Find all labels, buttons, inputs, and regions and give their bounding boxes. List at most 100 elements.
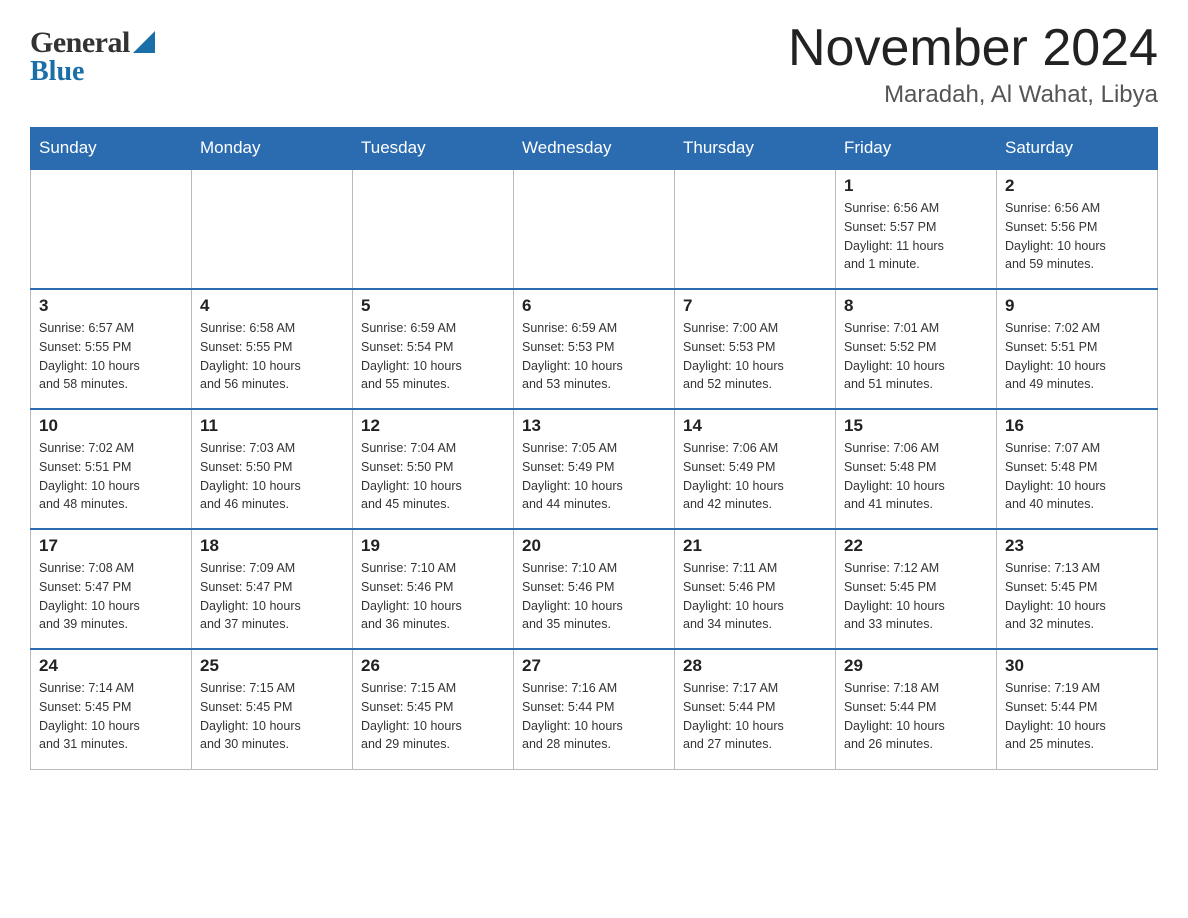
day-number: 14 <box>683 416 827 436</box>
calendar-cell: 13 Sunrise: 7:05 AMSunset: 5:49 PMDayligh… <box>514 409 675 529</box>
day-number: 28 <box>683 656 827 676</box>
calendar-cell: 26 Sunrise: 7:15 AMSunset: 5:45 PMDayligh… <box>353 649 514 769</box>
calendar-header-row: SundayMondayTuesdayWednesdayThursdayFrid… <box>31 128 1158 170</box>
calendar-cell: 6 Sunrise: 6:59 AMSunset: 5:53 PMDaylight… <box>514 289 675 409</box>
calendar-cell: 19 Sunrise: 7:10 AMSunset: 5:46 PMDayligh… <box>353 529 514 649</box>
day-number: 19 <box>361 536 505 556</box>
calendar-cell <box>675 169 836 289</box>
day-info: Sunrise: 7:15 AMSunset: 5:45 PMDaylight:… <box>361 679 505 754</box>
day-info: Sunrise: 7:02 AMSunset: 5:51 PMDaylight:… <box>39 439 183 514</box>
day-header-thursday: Thursday <box>675 128 836 170</box>
calendar-cell: 2 Sunrise: 6:56 AMSunset: 5:56 PMDaylight… <box>997 169 1158 289</box>
day-number: 21 <box>683 536 827 556</box>
day-info: Sunrise: 7:06 AMSunset: 5:48 PMDaylight:… <box>844 439 988 514</box>
day-number: 27 <box>522 656 666 676</box>
day-number: 6 <box>522 296 666 316</box>
day-info: Sunrise: 6:56 AMSunset: 5:56 PMDaylight:… <box>1005 199 1149 274</box>
calendar-cell: 8Sunrise: 7:01 AMSunset: 5:52 PMDaylight… <box>836 289 997 409</box>
calendar-cell: 4Sunrise: 6:58 AMSunset: 5:55 PMDaylight… <box>192 289 353 409</box>
calendar-table: SundayMondayTuesdayWednesdayThursdayFrid… <box>30 127 1158 770</box>
calendar-cell: 5 Sunrise: 6:59 AMSunset: 5:54 PMDaylight… <box>353 289 514 409</box>
calendar-cell <box>353 169 514 289</box>
day-number: 26 <box>361 656 505 676</box>
calendar-week-row: 3 Sunrise: 6:57 AMSunset: 5:55 PMDaylight… <box>31 289 1158 409</box>
calendar-week-row: 17Sunrise: 7:08 AMSunset: 5:47 PMDayligh… <box>31 529 1158 649</box>
day-info: Sunrise: 7:13 AMSunset: 5:45 PMDaylight:… <box>1005 559 1149 634</box>
day-header-friday: Friday <box>836 128 997 170</box>
logo-area: General Blue <box>30 20 155 86</box>
calendar-cell: 24 Sunrise: 7:14 AMSunset: 5:45 PMDayligh… <box>31 649 192 769</box>
day-number: 25 <box>200 656 344 676</box>
day-info: Sunrise: 7:10 AMSunset: 5:46 PMDaylight:… <box>522 559 666 634</box>
day-info: Sunrise: 7:06 AMSunset: 5:49 PMDaylight:… <box>683 439 827 514</box>
calendar-cell: 15 Sunrise: 7:06 AMSunset: 5:48 PMDayligh… <box>836 409 997 529</box>
calendar-cell: 12 Sunrise: 7:04 AMSunset: 5:50 PMDayligh… <box>353 409 514 529</box>
day-number: 9 <box>1005 296 1149 316</box>
day-info: Sunrise: 6:56 AMSunset: 5:57 PMDaylight:… <box>844 199 988 274</box>
calendar-cell: 22Sunrise: 7:12 AMSunset: 5:45 PMDayligh… <box>836 529 997 649</box>
calendar-week-row: 1 Sunrise: 6:56 AMSunset: 5:57 PMDaylight… <box>31 169 1158 289</box>
day-number: 15 <box>844 416 988 436</box>
calendar-cell: 30 Sunrise: 7:19 AMSunset: 5:44 PMDayligh… <box>997 649 1158 769</box>
calendar-cell: 18 Sunrise: 7:09 AMSunset: 5:47 PMDayligh… <box>192 529 353 649</box>
day-info: Sunrise: 7:11 AMSunset: 5:46 PMDaylight:… <box>683 559 827 634</box>
day-info: Sunrise: 7:18 AMSunset: 5:44 PMDaylight:… <box>844 679 988 754</box>
day-info: Sunrise: 7:05 AMSunset: 5:49 PMDaylight:… <box>522 439 666 514</box>
day-number: 5 <box>361 296 505 316</box>
calendar-cell: 20Sunrise: 7:10 AMSunset: 5:46 PMDayligh… <box>514 529 675 649</box>
day-number: 12 <box>361 416 505 436</box>
day-header-tuesday: Tuesday <box>353 128 514 170</box>
day-info: Sunrise: 7:09 AMSunset: 5:47 PMDaylight:… <box>200 559 344 634</box>
day-number: 24 <box>39 656 183 676</box>
day-number: 18 <box>200 536 344 556</box>
day-number: 16 <box>1005 416 1149 436</box>
calendar-cell: 28 Sunrise: 7:17 AMSunset: 5:44 PMDayligh… <box>675 649 836 769</box>
calendar-cell: 17Sunrise: 7:08 AMSunset: 5:47 PMDayligh… <box>31 529 192 649</box>
day-info: Sunrise: 7:04 AMSunset: 5:50 PMDaylight:… <box>361 439 505 514</box>
day-number: 3 <box>39 296 183 316</box>
day-info: Sunrise: 7:16 AMSunset: 5:44 PMDaylight:… <box>522 679 666 754</box>
day-info: Sunrise: 7:07 AMSunset: 5:48 PMDaylight:… <box>1005 439 1149 514</box>
day-number: 10 <box>39 416 183 436</box>
day-header-saturday: Saturday <box>997 128 1158 170</box>
day-number: 11 <box>200 416 344 436</box>
calendar-cell: 9 Sunrise: 7:02 AMSunset: 5:51 PMDaylight… <box>997 289 1158 409</box>
day-number: 13 <box>522 416 666 436</box>
calendar-week-row: 10 Sunrise: 7:02 AMSunset: 5:51 PMDayligh… <box>31 409 1158 529</box>
day-info: Sunrise: 7:03 AMSunset: 5:50 PMDaylight:… <box>200 439 344 514</box>
day-info: Sunrise: 7:02 AMSunset: 5:51 PMDaylight:… <box>1005 319 1149 394</box>
logo-blue-text: Blue <box>30 58 84 86</box>
title-area: November 2024 Maradah, Al Wahat, Libya <box>788 20 1158 109</box>
calendar-cell: 27 Sunrise: 7:16 AMSunset: 5:44 PMDayligh… <box>514 649 675 769</box>
day-header-sunday: Sunday <box>31 128 192 170</box>
calendar-cell <box>514 169 675 289</box>
month-title: November 2024 <box>788 20 1158 77</box>
calendar-cell: 10 Sunrise: 7:02 AMSunset: 5:51 PMDayligh… <box>31 409 192 529</box>
day-info: Sunrise: 7:08 AMSunset: 5:47 PMDaylight:… <box>39 559 183 634</box>
calendar-cell: 23Sunrise: 7:13 AMSunset: 5:45 PMDayligh… <box>997 529 1158 649</box>
day-info: Sunrise: 6:57 AMSunset: 5:55 PMDaylight:… <box>39 319 183 394</box>
page-header: General Blue November 2024 Maradah, Al W… <box>30 20 1158 109</box>
calendar-cell: 14 Sunrise: 7:06 AMSunset: 5:49 PMDayligh… <box>675 409 836 529</box>
day-number: 2 <box>1005 176 1149 196</box>
day-header-wednesday: Wednesday <box>514 128 675 170</box>
calendar-cell <box>31 169 192 289</box>
day-info: Sunrise: 6:59 AMSunset: 5:53 PMDaylight:… <box>522 319 666 394</box>
day-info: Sunrise: 7:17 AMSunset: 5:44 PMDaylight:… <box>683 679 827 754</box>
day-number: 1 <box>844 176 988 196</box>
day-info: Sunrise: 7:10 AMSunset: 5:46 PMDaylight:… <box>361 559 505 634</box>
day-header-monday: Monday <box>192 128 353 170</box>
day-info: Sunrise: 6:59 AMSunset: 5:54 PMDaylight:… <box>361 319 505 394</box>
day-info: Sunrise: 7:19 AMSunset: 5:44 PMDaylight:… <box>1005 679 1149 754</box>
day-number: 30 <box>1005 656 1149 676</box>
day-info: Sunrise: 7:14 AMSunset: 5:45 PMDaylight:… <box>39 679 183 754</box>
logo-general-text: General <box>30 28 130 58</box>
location-title: Maradah, Al Wahat, Libya <box>788 81 1158 109</box>
day-number: 29 <box>844 656 988 676</box>
calendar-week-row: 24 Sunrise: 7:14 AMSunset: 5:45 PMDayligh… <box>31 649 1158 769</box>
day-number: 8 <box>844 296 988 316</box>
calendar-cell <box>192 169 353 289</box>
calendar-cell: 1 Sunrise: 6:56 AMSunset: 5:57 PMDaylight… <box>836 169 997 289</box>
day-info: Sunrise: 7:15 AMSunset: 5:45 PMDaylight:… <box>200 679 344 754</box>
calendar-cell: 3 Sunrise: 6:57 AMSunset: 5:55 PMDaylight… <box>31 289 192 409</box>
